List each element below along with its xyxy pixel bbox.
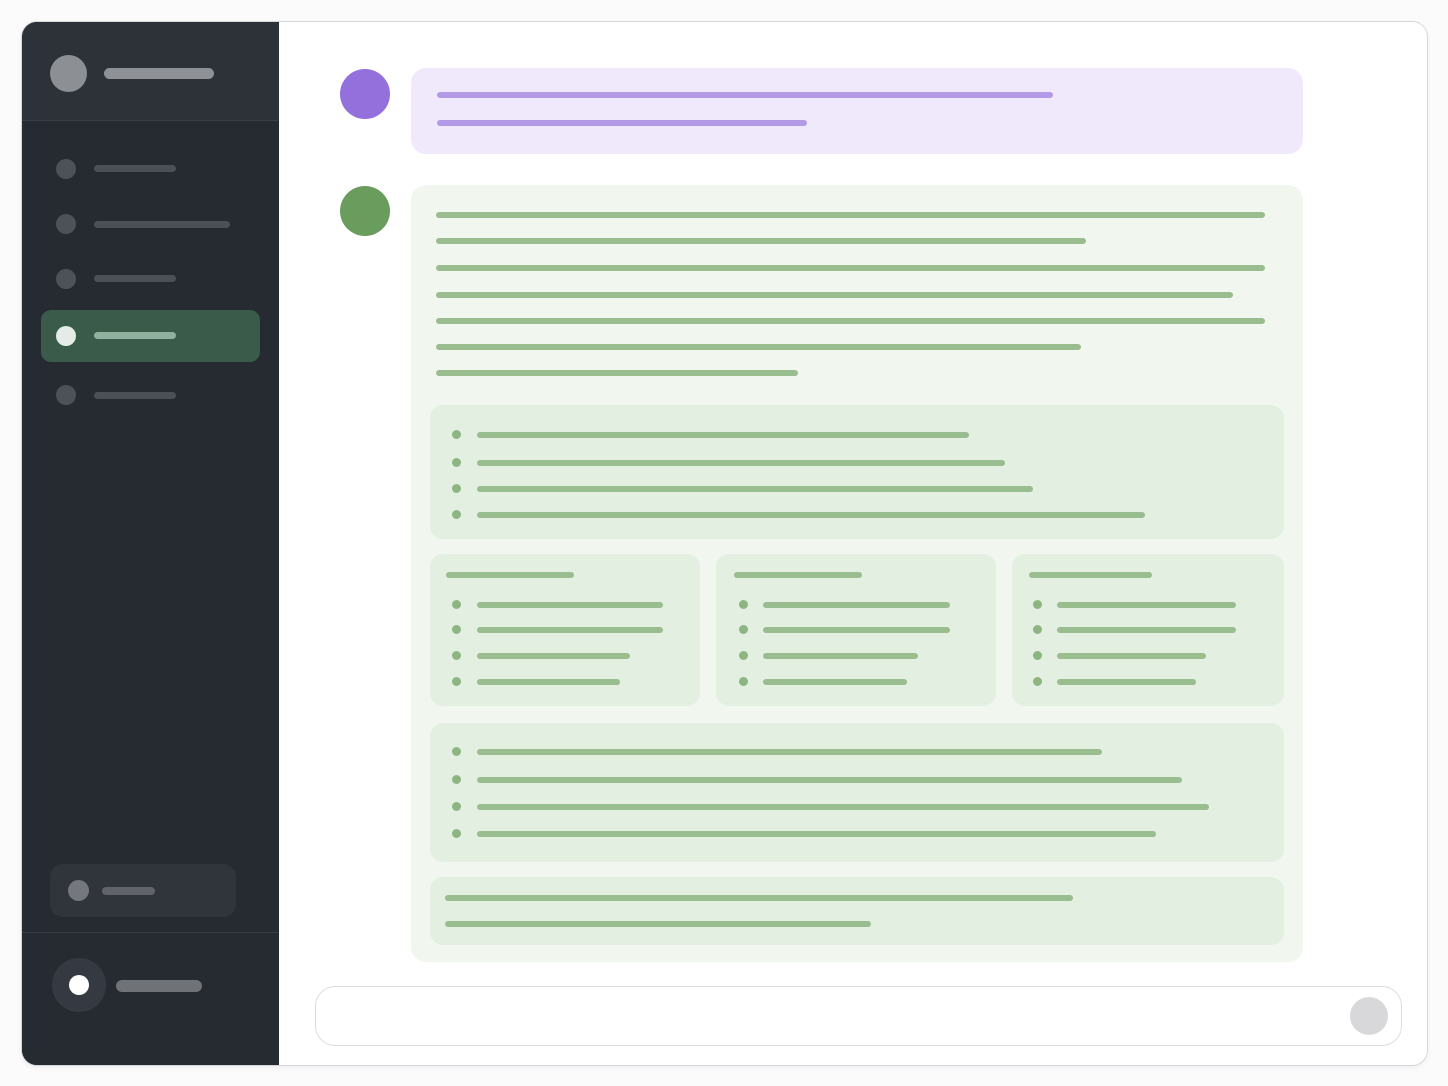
text-line [436, 265, 1265, 271]
bullet-icon [739, 625, 748, 634]
list-item [477, 460, 1005, 466]
assistant-avatar-icon [340, 186, 390, 236]
bullet-icon [452, 829, 461, 838]
text-line [436, 344, 1081, 350]
sidebar-item[interactable] [41, 143, 260, 195]
list-item [763, 602, 950, 608]
sidebar-title [104, 68, 214, 79]
text-line [436, 318, 1265, 324]
column-card [430, 554, 700, 706]
dot-icon [56, 326, 76, 346]
list-item [477, 627, 663, 633]
sidebar-action-button[interactable] [50, 864, 236, 917]
list-item [477, 486, 1033, 492]
sidebar-item[interactable] [41, 198, 260, 250]
sidebar-item-label [94, 392, 176, 399]
user-status-dot [69, 975, 89, 995]
bullet-icon [452, 651, 461, 660]
column-card [1012, 554, 1284, 706]
list-item [763, 627, 950, 633]
column-heading [734, 572, 862, 578]
bullet-icon [452, 600, 461, 609]
list-item [477, 602, 663, 608]
assistant-message [411, 185, 1303, 962]
bullet-icon [739, 651, 748, 660]
sidebar-header [22, 22, 279, 121]
dot-icon [56, 269, 76, 289]
bullet-list-card [430, 405, 1284, 539]
user-message [411, 68, 1303, 154]
bullet-icon [452, 458, 461, 467]
bullet-icon [452, 430, 461, 439]
sidebar-item-label [94, 221, 230, 228]
bullet-icon [1033, 677, 1042, 686]
send-icon[interactable] [1350, 997, 1388, 1035]
list-item [763, 679, 907, 685]
list-item [477, 749, 1102, 755]
list-item [477, 679, 620, 685]
text-line [445, 895, 1073, 901]
text-line [436, 238, 1086, 244]
bullet-icon [739, 600, 748, 609]
column-card [716, 554, 996, 706]
text-line [436, 370, 798, 376]
text-line [436, 212, 1265, 218]
list-item [477, 804, 1209, 810]
chat-main [279, 22, 1427, 1065]
sidebar-item[interactable] [41, 369, 260, 421]
sidebar-item-label [94, 332, 176, 339]
sidebar-action-label [102, 887, 155, 895]
column-heading [1029, 572, 1152, 578]
text-line [437, 120, 807, 126]
list-item [1057, 679, 1196, 685]
list-item [477, 512, 1145, 518]
text-line [437, 92, 1053, 98]
bullet-icon [452, 510, 461, 519]
sidebar-item-label [94, 165, 176, 172]
user-avatar-icon [340, 69, 390, 119]
text-line [436, 292, 1233, 298]
summary-card [430, 877, 1284, 945]
sidebar-footer [22, 932, 279, 1065]
list-item [477, 653, 630, 659]
sidebar-item[interactable] [41, 253, 260, 305]
message-input[interactable] [315, 986, 1402, 1046]
list-item [1057, 602, 1236, 608]
bullet-icon [1033, 625, 1042, 634]
bullet-icon [739, 677, 748, 686]
column-heading [446, 572, 574, 578]
bullet-icon [452, 775, 461, 784]
sidebar-item-label [94, 275, 176, 282]
dot-icon [56, 214, 76, 234]
sidebar-item-active[interactable] [41, 310, 260, 362]
avatar-icon[interactable] [50, 55, 87, 92]
sidebar [22, 22, 279, 1065]
user-name[interactable] [116, 980, 202, 992]
dot-icon [56, 385, 76, 405]
list-item [477, 432, 969, 438]
list-item [477, 831, 1156, 837]
bullet-icon [452, 802, 461, 811]
text-line [445, 921, 871, 927]
bullet-icon [452, 484, 461, 493]
list-item [477, 777, 1182, 783]
bullet-icon [1033, 651, 1042, 660]
list-item [1057, 627, 1236, 633]
app-window [21, 21, 1428, 1066]
dot-icon [68, 880, 89, 901]
user-avatar-icon[interactable] [52, 958, 106, 1012]
bullet-icon [452, 747, 461, 756]
bullet-icon [452, 677, 461, 686]
bullet-list-card [430, 723, 1284, 862]
dot-icon [56, 159, 76, 179]
bullet-icon [1033, 600, 1042, 609]
list-item [1057, 653, 1206, 659]
bullet-icon [452, 625, 461, 634]
list-item [763, 653, 918, 659]
